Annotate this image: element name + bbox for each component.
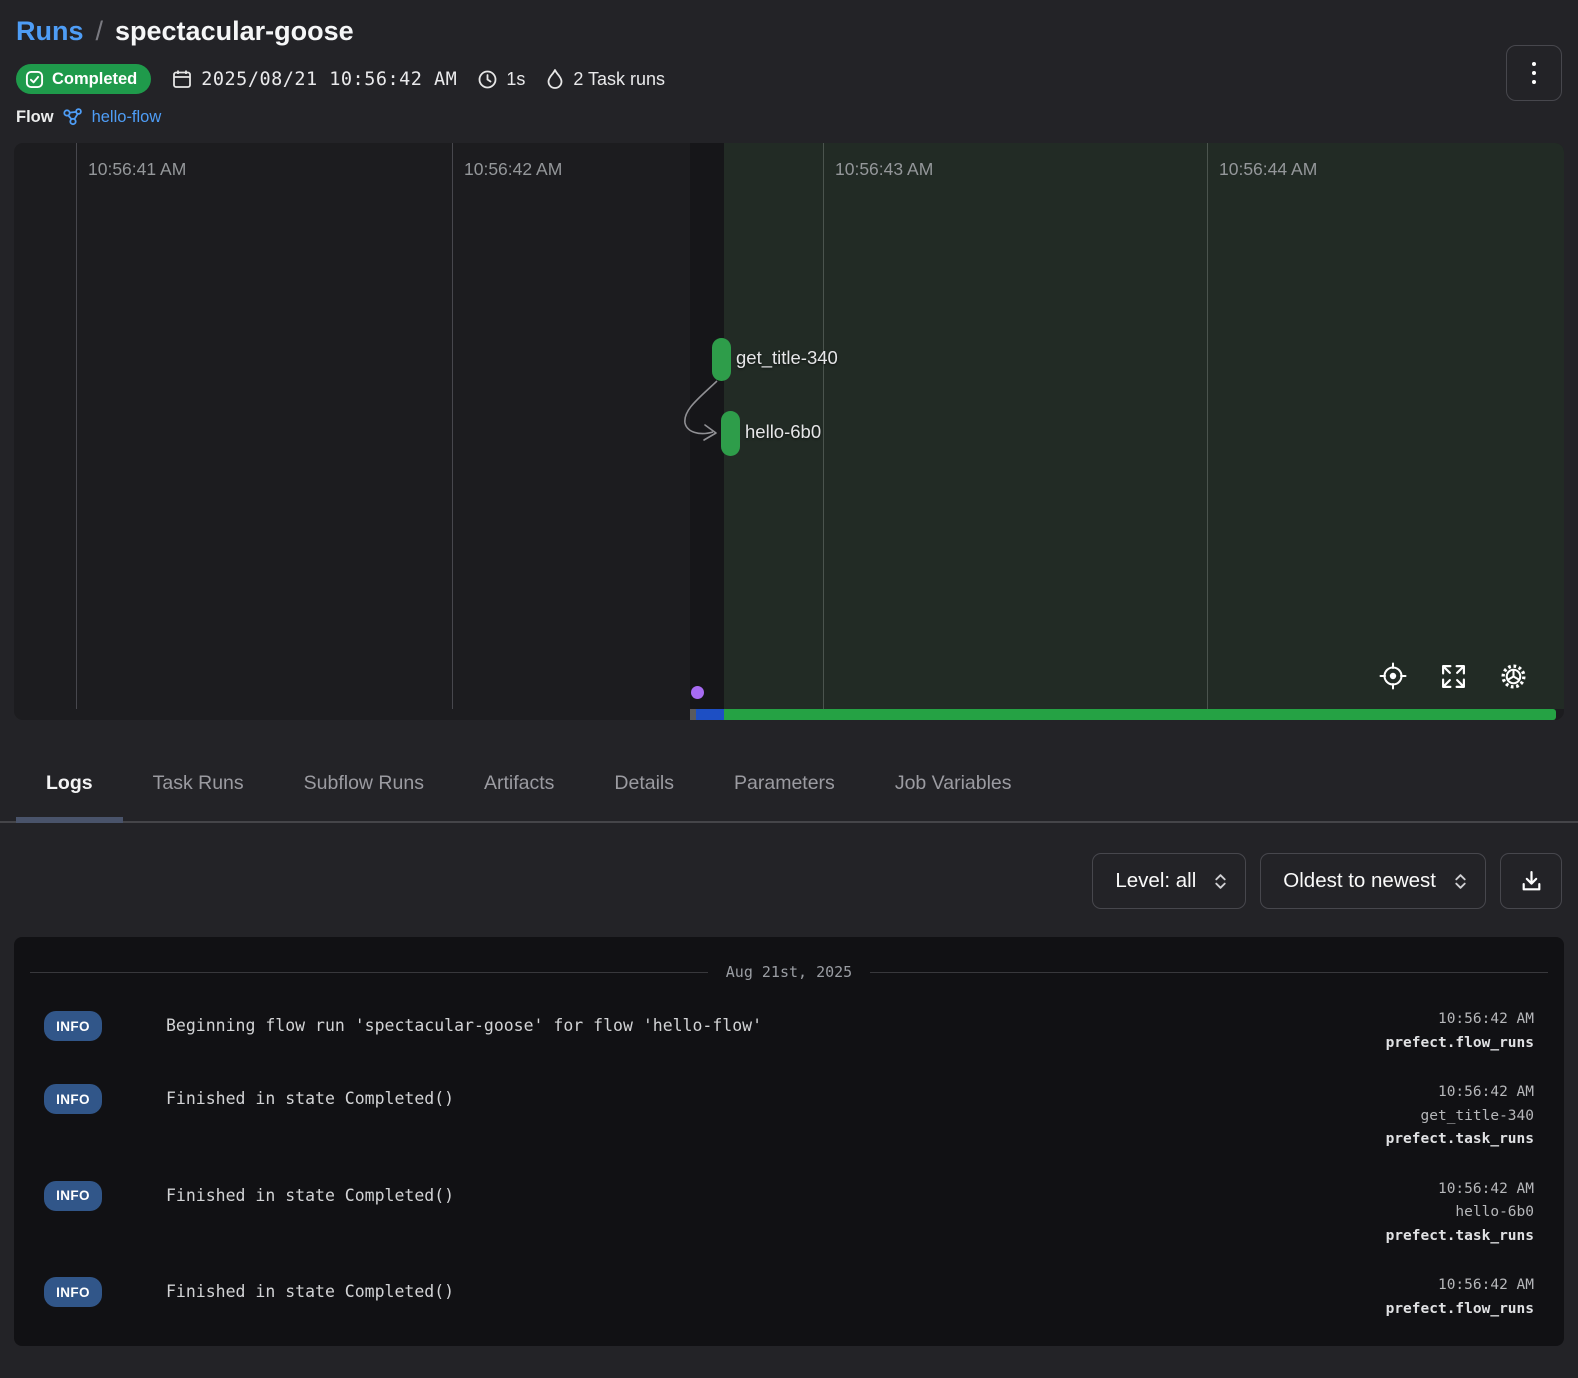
log-entry: INFO Finished in state Completed() 10:56… xyxy=(14,1261,1564,1334)
run-duration-value: 1s xyxy=(506,69,525,90)
chevron-updown-icon xyxy=(1214,872,1227,891)
status-label: Completed xyxy=(52,70,137,89)
tab-parameters[interactable]: Parameters xyxy=(704,748,865,821)
flow-icon xyxy=(62,107,84,127)
tab-task-runs[interactable]: Task Runs xyxy=(123,748,274,821)
log-sort-value: Oldest to newest xyxy=(1283,869,1436,893)
log-message: Finished in state Completed() xyxy=(166,1081,1366,1108)
timeline-settings-button[interactable] xyxy=(1499,662,1528,691)
chevron-updown-icon xyxy=(1454,872,1467,891)
log-message: Finished in state Completed() xyxy=(166,1178,1366,1205)
task-run-icon xyxy=(545,68,565,90)
breadcrumb-separator: / xyxy=(96,16,104,47)
minimap-marker-dot[interactable] xyxy=(691,686,704,699)
run-datetime: 2025/08/21 10:56:42 AM xyxy=(171,68,457,90)
log-level-badge: INFO xyxy=(44,1277,102,1307)
detail-tabs: Logs Task Runs Subflow Runs Artifacts De… xyxy=(0,748,1578,823)
expand-icon xyxy=(1440,663,1467,690)
calendar-icon xyxy=(171,68,193,90)
log-level-select[interactable]: Level: all xyxy=(1092,853,1246,909)
log-entry-meta: 10:56:42 AM hello-6b0 prefect.task_runs xyxy=(1386,1178,1534,1249)
log-logger-name: prefect.flow_runs xyxy=(1386,1032,1534,1056)
flow-row: Flow hello-flow xyxy=(16,107,1562,127)
log-list-card: Aug 21st, 2025 INFO Beginning flow run '… xyxy=(14,937,1564,1346)
breadcrumb-runs-link[interactable]: Runs xyxy=(16,16,84,47)
log-sort-select[interactable]: Oldest to newest xyxy=(1260,853,1486,909)
completed-check-icon xyxy=(25,70,44,89)
status-badge: Completed xyxy=(16,64,151,94)
task-run-timeline[interactable]: 10:56:41 AM 10:56:42 AM 10:56:43 AM 10:5… xyxy=(14,143,1564,720)
flow-run-span-region xyxy=(724,143,1564,709)
task-bar-label[interactable]: get_title-340 xyxy=(736,347,838,369)
tab-job-variables[interactable]: Job Variables xyxy=(865,748,1042,821)
log-date-label: Aug 21st, 2025 xyxy=(726,963,852,981)
log-entry-meta: 10:56:42 AM prefect.flow_runs xyxy=(1386,1008,1534,1055)
run-datetime-value: 2025/08/21 10:56:42 AM xyxy=(201,69,457,90)
fullscreen-button[interactable] xyxy=(1440,663,1467,690)
log-timestamp: 10:56:42 AM xyxy=(1386,1274,1534,1298)
timeline-controls xyxy=(1378,661,1528,691)
log-level-value: Level: all xyxy=(1115,869,1196,893)
log-message: Beginning flow run 'spectacular-goose' f… xyxy=(166,1008,1366,1035)
log-level-badge: INFO xyxy=(44,1011,102,1041)
more-actions-button[interactable] xyxy=(1506,45,1562,101)
download-icon xyxy=(1519,869,1544,894)
log-timestamp: 10:56:42 AM xyxy=(1386,1081,1534,1105)
log-task-name: get_title-340 xyxy=(1386,1105,1534,1129)
log-entry-meta: 10:56:42 AM get_title-340 prefect.task_r… xyxy=(1386,1081,1534,1152)
run-duration: 1s xyxy=(477,69,525,90)
log-logger-name: prefect.flow_runs xyxy=(1386,1298,1534,1322)
minimap-flow-span-bar[interactable] xyxy=(724,709,1556,720)
log-entry: INFO Finished in state Completed() 10:56… xyxy=(14,1165,1564,1262)
tick-label: 10:56:41 AM xyxy=(88,159,186,180)
crosshair-icon xyxy=(1378,661,1408,691)
log-message: Finished in state Completed() xyxy=(166,1274,1366,1301)
log-timestamp: 10:56:42 AM xyxy=(1386,1178,1534,1202)
task-bar-label[interactable]: hello-6b0 xyxy=(745,421,821,443)
minimap-blue-segment[interactable] xyxy=(696,709,724,720)
tab-logs[interactable]: Logs xyxy=(16,748,123,821)
log-filter-row: Level: all Oldest to newest xyxy=(16,853,1562,909)
flow-name-link[interactable]: hello-flow xyxy=(92,108,162,127)
gridline xyxy=(823,143,824,709)
tick-label: 10:56:44 AM xyxy=(1219,159,1317,180)
log-level-badge: INFO xyxy=(44,1084,102,1114)
flow-label: Flow xyxy=(16,108,54,127)
log-logger-name: prefect.task_runs xyxy=(1386,1128,1534,1152)
tick-label: 10:56:42 AM xyxy=(464,159,562,180)
log-entry-meta: 10:56:42 AM prefect.flow_runs xyxy=(1386,1274,1534,1321)
task-run-count-value: 2 Task runs xyxy=(573,69,665,90)
recenter-button[interactable] xyxy=(1378,661,1408,691)
tick-label: 10:56:43 AM xyxy=(835,159,933,180)
log-entry: INFO Finished in state Completed() 10:56… xyxy=(14,1068,1564,1165)
run-meta-row: Completed 2025/08/21 10:56:42 AM 1s xyxy=(16,64,1562,94)
page-header: Runs / spectacular-goose Completed xyxy=(0,0,1578,127)
tab-artifacts[interactable]: Artifacts xyxy=(454,748,584,821)
log-date-separator: Aug 21st, 2025 xyxy=(14,963,1564,995)
tab-subflow-runs[interactable]: Subflow Runs xyxy=(274,748,454,821)
kebab-icon xyxy=(1532,62,1536,66)
flow-run-page: Runs / spectacular-goose Completed xyxy=(0,0,1578,1378)
task-bar-hello[interactable] xyxy=(721,411,740,456)
log-logger-name: prefect.task_runs xyxy=(1386,1225,1534,1249)
breadcrumb: Runs / spectacular-goose xyxy=(16,16,1562,47)
clock-icon xyxy=(477,69,498,90)
download-logs-button[interactable] xyxy=(1500,853,1562,909)
tab-details[interactable]: Details xyxy=(584,748,704,821)
log-task-name: hello-6b0 xyxy=(1386,1201,1534,1225)
gear-icon xyxy=(1499,662,1528,691)
log-timestamp: 10:56:42 AM xyxy=(1386,1008,1534,1032)
task-run-count: 2 Task runs xyxy=(545,68,665,90)
log-level-badge: INFO xyxy=(44,1181,102,1211)
gridline xyxy=(452,143,453,709)
gridline xyxy=(76,143,77,709)
log-entry: INFO Beginning flow run 'spectacular-goo… xyxy=(14,995,1564,1068)
page-title: spectacular-goose xyxy=(115,16,354,47)
gridline xyxy=(1207,143,1208,709)
task-bar-get-title[interactable] xyxy=(712,338,731,381)
